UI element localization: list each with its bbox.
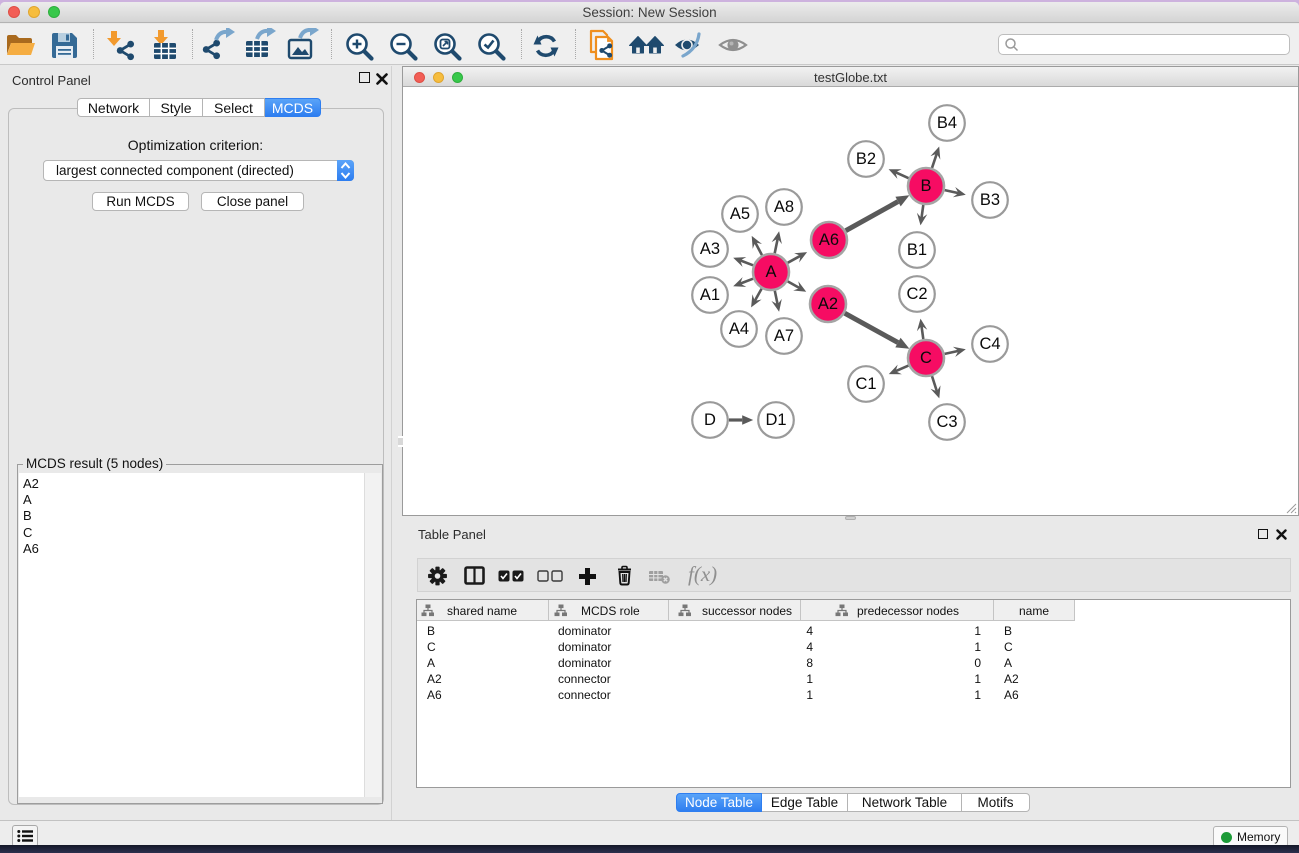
svg-text:B2: B2 — [856, 150, 876, 168]
svg-text:C3: C3 — [936, 413, 957, 431]
svg-text:C2: C2 — [906, 285, 927, 303]
svg-text:A: A — [765, 263, 776, 281]
svg-text:A5: A5 — [730, 205, 750, 223]
svg-text:C4: C4 — [979, 335, 1000, 353]
svg-text:D1: D1 — [765, 411, 786, 429]
svg-text:A4: A4 — [729, 320, 749, 338]
svg-text:A3: A3 — [700, 240, 720, 258]
svg-text:B3: B3 — [980, 191, 1000, 209]
svg-text:B1: B1 — [907, 241, 927, 259]
svg-text:A8: A8 — [774, 198, 794, 216]
svg-text:C1: C1 — [855, 375, 876, 393]
svg-text:A1: A1 — [700, 286, 720, 304]
svg-text:B4: B4 — [937, 114, 957, 132]
svg-text:A7: A7 — [774, 327, 794, 345]
svg-text:B: B — [920, 177, 931, 195]
svg-text:A2: A2 — [818, 295, 838, 313]
svg-text:A6: A6 — [819, 231, 839, 249]
svg-text:C: C — [920, 349, 932, 367]
svg-text:D: D — [704, 411, 716, 429]
